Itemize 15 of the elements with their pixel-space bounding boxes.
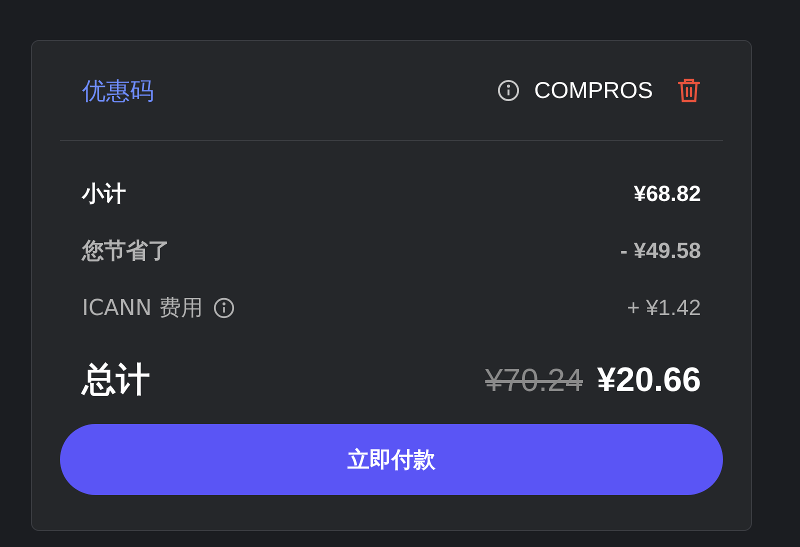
promo-code: COMPROS — [534, 77, 653, 104]
summary-value: + ¥1.42 — [626, 294, 701, 320]
promo-code-label: 优惠码 — [82, 76, 155, 106]
summary-label: 您节省了 — [82, 238, 170, 266]
total-label: 总计 — [82, 359, 150, 402]
summary-value: - ¥49.58 — [620, 238, 701, 264]
total-price: ¥20.66 — [597, 360, 701, 398]
info-icon[interactable] — [212, 296, 235, 318]
summary-value: ¥68.82 — [634, 180, 701, 206]
summary-label: 小计 — [82, 180, 126, 208]
summary-label: ICANN 费用 — [82, 294, 203, 322]
trash-icon[interactable] — [677, 78, 701, 104]
original-price: ¥70.24 — [485, 362, 583, 398]
info-icon[interactable] — [497, 79, 520, 102]
pay-now-button[interactable]: 立即付款 — [60, 424, 723, 495]
